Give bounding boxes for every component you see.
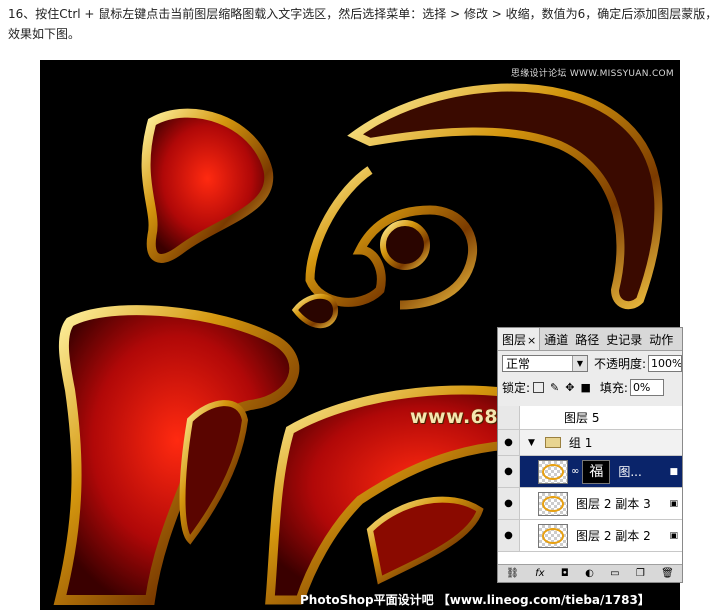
tab-actions[interactable]: 动作 [645,328,676,350]
trash-icon[interactable]: 🗑 [661,568,674,579]
tab-history[interactable]: 史记录 [602,328,645,350]
fill-label: 填充: [599,380,628,395]
layer-name: 图层 2 副本 3 [576,497,651,511]
fx-icon[interactable]: fx [535,568,544,579]
panel-tabs: 图层× 通道 路径 史记录 动作 [498,328,682,351]
layer-mask-thumbnail[interactable]: 福 [582,459,611,484]
layer-thumbnail[interactable] [538,459,568,484]
opacity-label: 不透明度: [593,356,647,371]
lock-label: 锁定: [502,380,531,395]
layer-row-selected[interactable]: ● ∞ 福 图... ■ [498,456,682,488]
layer-name: 图... [618,465,642,479]
layer-name: 图层 5 [564,411,600,425]
layer-name: 组 1 [568,436,593,450]
tab-label: 动作 [649,333,674,347]
close-icon[interactable]: × [527,334,536,347]
tab-channels[interactable]: 通道 [540,328,571,350]
layer-row-5[interactable]: 图层 5 [498,406,682,430]
link-icon[interactable]: ⛓ [506,568,519,579]
bottom-watermark: PhotoShop平面设计吧 【www.lineog.com/tieba/178… [300,593,650,607]
blend-opacity-row: 正常 ▼ 不透明度: 100% [498,351,682,375]
eye-icon[interactable]: ● [498,456,520,487]
blend-mode-select[interactable]: 正常 ▼ [502,354,588,372]
lock-icon[interactable]: ■ [580,381,590,394]
lock-transparency-icon[interactable] [533,381,545,393]
chevron-down-icon[interactable]: ▼ [528,438,535,448]
eye-icon[interactable]: ● [498,488,520,519]
folder-icon [544,437,561,448]
tab-label: 路径 [575,333,600,347]
fill-input[interactable]: 0% [629,378,664,396]
layer-row[interactable]: ● 图层 2 副本 2 ▣ [498,520,682,552]
mask-icon[interactable]: ◘ [561,568,569,579]
layer-name: 图层 2 副本 2 [576,529,651,543]
tab-label: 图层 [502,333,527,347]
visibility-off-icon[interactable] [498,406,520,429]
adjustment-icon[interactable]: ◐ [585,568,594,579]
lock-icon: ▣ [669,530,678,541]
move-icon[interactable]: ✥ [565,381,574,394]
tab-layers[interactable]: 图层× [498,328,541,350]
lock-icon: ▣ [669,498,678,509]
panel-bottom-toolbar: ⛓ fx ◘ ◐ ▭ ❐ 🗑 [498,564,682,582]
tutorial-instruction: 16、按住Ctrl + 鼠标左键点击当前图层缩略图载入文字选区，然后选择菜单：选… [8,7,718,41]
tab-label: 通道 [544,333,569,347]
tab-paths[interactable]: 路径 [571,328,602,350]
eye-icon[interactable]: ● [498,520,520,551]
layer-row[interactable]: ● 图层 2 副本 3 ▣ [498,488,682,520]
layer-group-row[interactable]: ● ▼ 组 1 [498,430,682,456]
layers-list: 图层 5 ● ▼ 组 1 ● ∞ 福 图... ■ ● 图层 2 副本 3 ▣ … [498,406,682,566]
chevron-down-icon[interactable]: ▼ [571,355,587,371]
lock-icon: ■ [669,466,678,477]
link-icon[interactable]: ∞ [571,466,579,477]
tab-label: 史记录 [606,333,643,347]
top-watermark: 思缘设计论坛 WWW.MISSYUAN.COM [510,69,674,79]
opacity-input[interactable]: 100% [648,354,682,372]
layer-thumbnail[interactable] [538,523,568,548]
brush-icon[interactable]: ✎ [550,381,559,394]
folder-icon[interactable]: ▭ [610,568,619,579]
new-layer-icon[interactable]: ❐ [636,568,645,579]
lock-fill-row: 锁定: ✎ ✥ ■ 填充: 0% [498,375,682,399]
blend-mode-value: 正常 [506,356,531,371]
eye-icon[interactable]: ● [498,430,520,455]
layers-panel: 图层× 通道 路径 史记录 动作 正常 ▼ 不透明度: 100% 锁定: ✎ ✥… [497,327,683,583]
layer-thumbnail[interactable] [538,491,568,516]
